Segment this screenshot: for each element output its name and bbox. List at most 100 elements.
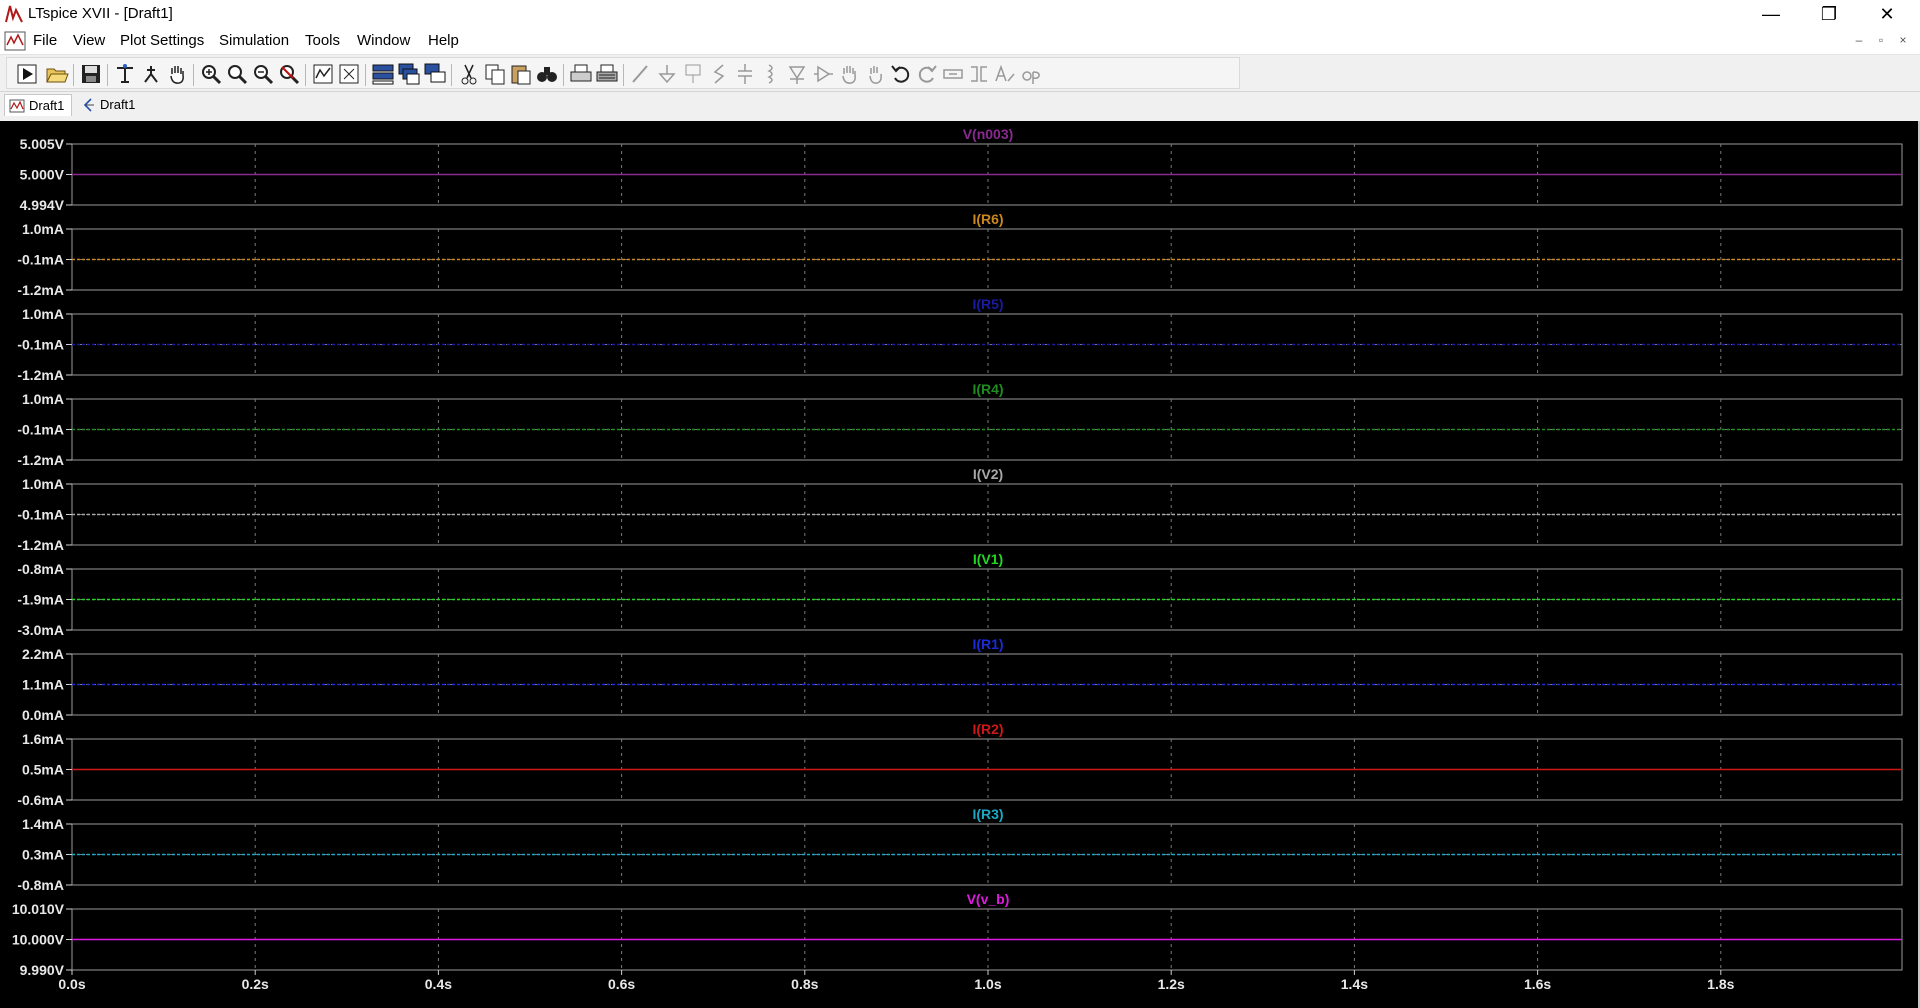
x-tick-label: 0.0s bbox=[58, 976, 85, 992]
open-icon[interactable] bbox=[45, 62, 69, 86]
y-tick-label: -0.8mA bbox=[17, 561, 64, 577]
undo-icon[interactable] bbox=[889, 62, 913, 86]
resistor-icon[interactable] bbox=[707, 62, 731, 86]
y-tick-label: 10.000V bbox=[12, 932, 65, 948]
x-tick-label: 0.2s bbox=[242, 976, 269, 992]
title-bar: LTspice XVII - [Draft1] — ❐ ✕ bbox=[0, 0, 1920, 28]
y-tick-label: 1.0mA bbox=[22, 476, 64, 492]
find-icon[interactable] bbox=[535, 62, 559, 86]
zoom-area-icon[interactable] bbox=[225, 62, 249, 86]
y-tick-label: 1.4mA bbox=[22, 816, 64, 832]
ltspice-logo-icon bbox=[5, 5, 23, 23]
y-tick-label: 2.2mA bbox=[22, 646, 64, 662]
mdi-minimize-button[interactable]: – bbox=[1850, 33, 1868, 47]
y-tick-label: 0.5mA bbox=[22, 762, 64, 778]
print-preview-icon[interactable] bbox=[595, 62, 619, 86]
trace-label: I(R1) bbox=[972, 636, 1003, 652]
zoom-cancel-icon[interactable] bbox=[277, 62, 301, 86]
trace-label: I(R4) bbox=[972, 381, 1003, 397]
mdi-close-button[interactable]: × bbox=[1894, 33, 1912, 47]
trace-label: I(V1) bbox=[973, 551, 1003, 567]
minimize-button[interactable]: — bbox=[1742, 0, 1800, 28]
fit-icon[interactable] bbox=[337, 62, 361, 86]
x-tick-label: 1.0s bbox=[974, 976, 1001, 992]
y-tick-label: -1.2mA bbox=[17, 367, 64, 383]
y-tick-label: 0.0mA bbox=[22, 707, 64, 723]
cascade-icon[interactable] bbox=[397, 62, 421, 86]
ground-icon[interactable] bbox=[655, 62, 679, 86]
y-tick-label: -0.1mA bbox=[17, 422, 64, 438]
y-tick-label: 0.3mA bbox=[22, 847, 64, 863]
menu-bar: File View Plot Settings Simulation Tools… bbox=[0, 28, 1920, 55]
move-icon[interactable] bbox=[837, 62, 861, 86]
zoom-out-icon[interactable] bbox=[251, 62, 275, 86]
redo-icon[interactable] bbox=[915, 62, 939, 86]
window-title: LTspice XVII - [Draft1] bbox=[28, 5, 173, 22]
component-icon[interactable] bbox=[811, 62, 835, 86]
y-tick-label: -0.6mA bbox=[17, 792, 64, 808]
trace-label: I(R6) bbox=[972, 211, 1003, 227]
trace-label: I(R5) bbox=[972, 296, 1003, 312]
menu-file[interactable]: File bbox=[30, 32, 60, 49]
schematic-tab-icon bbox=[83, 98, 94, 112]
tab-draft1-waveform[interactable]: Draft1 bbox=[4, 94, 72, 116]
y-tick-label: -0.1mA bbox=[17, 252, 64, 268]
y-tick-label: 5.005V bbox=[20, 136, 65, 152]
mdi-restore-button[interactable]: ▫ bbox=[1872, 33, 1890, 47]
waveform-tab-icon bbox=[9, 99, 25, 113]
tab-draft1-schematic[interactable]: Draft1 bbox=[76, 94, 144, 116]
spice-directive-icon[interactable] bbox=[1019, 62, 1043, 86]
inductor-icon[interactable] bbox=[759, 62, 783, 86]
save-icon[interactable] bbox=[79, 62, 103, 86]
menu-view[interactable]: View bbox=[70, 32, 108, 49]
menu-simulation[interactable]: Simulation bbox=[216, 32, 292, 49]
y-tick-label: -3.0mA bbox=[17, 622, 64, 638]
tile-vertical-icon[interactable] bbox=[423, 62, 447, 86]
waveform-plot-pane[interactable]: 5.005V 5.000V 4.994V V(n003) 1.0mA -0.1mA -1.2… bbox=[0, 121, 1920, 1008]
diode-icon[interactable] bbox=[785, 62, 809, 86]
x-tick-label: 1.6s bbox=[1524, 976, 1551, 992]
trace-label: I(R3) bbox=[972, 806, 1003, 822]
cut-icon[interactable] bbox=[457, 62, 481, 86]
y-tick-label: 10.010V bbox=[12, 901, 65, 917]
capacitor-icon[interactable] bbox=[733, 62, 757, 86]
print-icon[interactable] bbox=[569, 62, 593, 86]
y-tick-label: -1.9mA bbox=[17, 592, 64, 608]
x-tick-label: 0.4s bbox=[425, 976, 452, 992]
y-tick-label: -1.2mA bbox=[17, 282, 64, 298]
waveform-document-icon[interactable] bbox=[4, 31, 26, 51]
drag-icon[interactable] bbox=[863, 62, 887, 86]
y-tick-label: -0.1mA bbox=[17, 337, 64, 353]
text-icon[interactable] bbox=[993, 62, 1017, 86]
control-panel-icon[interactable] bbox=[113, 62, 137, 86]
y-tick-label: -1.2mA bbox=[17, 452, 64, 468]
pan-hand-icon[interactable] bbox=[165, 62, 189, 86]
wire-icon[interactable] bbox=[629, 62, 653, 86]
zoom-in-icon[interactable] bbox=[199, 62, 223, 86]
maximize-button[interactable]: ❐ bbox=[1800, 0, 1858, 28]
x-tick-label: 1.8s bbox=[1707, 976, 1734, 992]
y-tick-label: -0.8mA bbox=[17, 877, 64, 893]
y-tick-label: -1.2mA bbox=[17, 537, 64, 553]
copy-icon[interactable] bbox=[483, 62, 507, 86]
rotate-icon[interactable] bbox=[941, 62, 965, 86]
halt-icon[interactable] bbox=[139, 62, 163, 86]
menu-window[interactable]: Window bbox=[354, 32, 413, 49]
menu-plot-settings[interactable]: Plot Settings bbox=[117, 32, 207, 49]
run-icon[interactable] bbox=[15, 62, 39, 86]
autorange-icon[interactable] bbox=[311, 62, 335, 86]
menu-tools[interactable]: Tools bbox=[302, 32, 343, 49]
trace-label: I(V2) bbox=[973, 466, 1003, 482]
y-tick-label: 1.0mA bbox=[22, 306, 64, 322]
label-net-icon[interactable] bbox=[681, 62, 705, 86]
waveform-plot[interactable]: 5.005V 5.000V 4.994V V(n003) 1.0mA -0.1mA -1.2… bbox=[0, 121, 1918, 1008]
mirror-icon[interactable] bbox=[967, 62, 991, 86]
y-tick-label: 1.0mA bbox=[22, 391, 64, 407]
menu-help[interactable]: Help bbox=[425, 32, 462, 49]
x-tick-label: 0.6s bbox=[608, 976, 635, 992]
close-button[interactable]: ✕ bbox=[1858, 0, 1916, 28]
tile-horizontal-icon[interactable] bbox=[371, 62, 395, 86]
paste-icon[interactable] bbox=[509, 62, 533, 86]
x-tick-label: 1.4s bbox=[1341, 976, 1368, 992]
trace-label: V(v_b) bbox=[967, 891, 1010, 907]
